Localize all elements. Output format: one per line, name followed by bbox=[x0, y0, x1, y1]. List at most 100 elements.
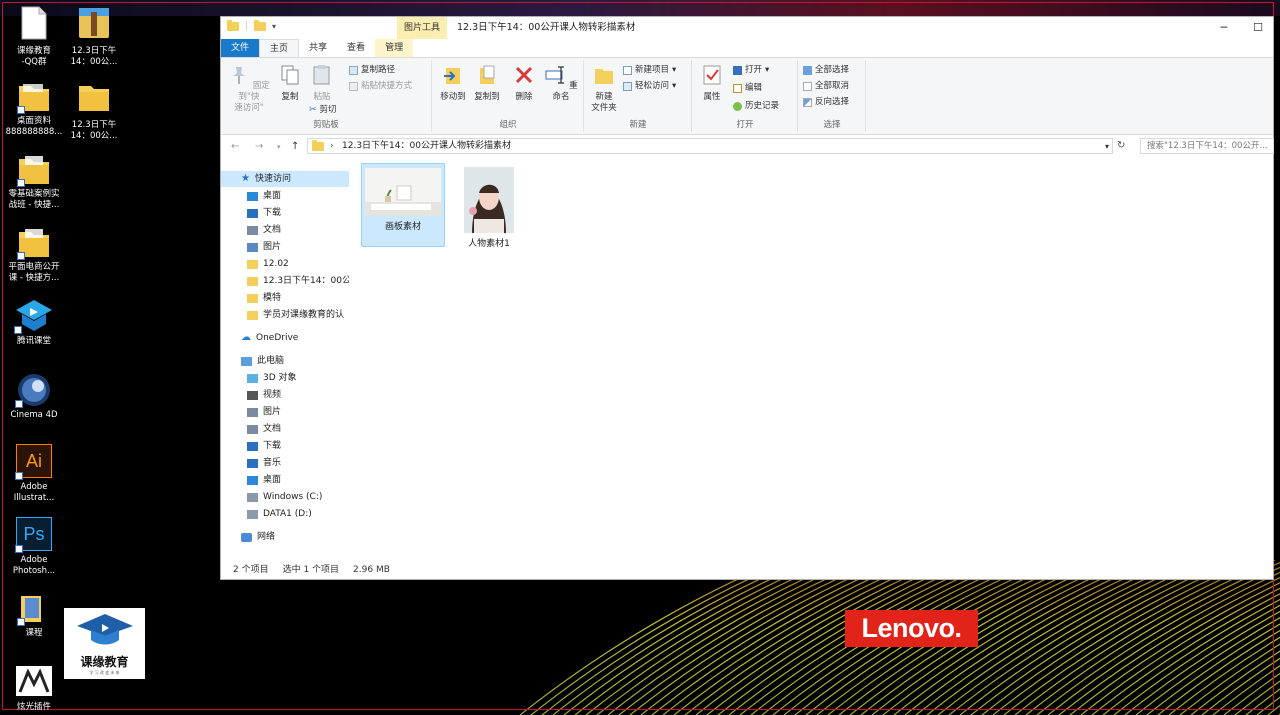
delete-button[interactable]: 删除 bbox=[511, 64, 537, 103]
copy-button[interactable]: 复制 bbox=[277, 64, 303, 103]
nav-quick-item[interactable]: 图片⊥ bbox=[247, 239, 349, 255]
tab-manage[interactable]: 管理 bbox=[375, 39, 414, 57]
nav-quick-item[interactable]: 下载⊥ bbox=[247, 205, 349, 221]
tab-view[interactable]: 查看 bbox=[337, 39, 375, 57]
refresh-icon[interactable]: ↻ bbox=[1117, 140, 1125, 151]
download-icon bbox=[247, 441, 258, 451]
drive-icon bbox=[247, 492, 258, 502]
nav-quick-item[interactable]: 模特 bbox=[247, 290, 349, 306]
paste-button[interactable]: 粘贴 bbox=[309, 64, 335, 103]
pictures-icon bbox=[247, 242, 258, 252]
open-button[interactable]: 打开 ▾ bbox=[733, 65, 769, 76]
nav-pc-item[interactable]: 音乐 bbox=[247, 455, 281, 471]
tab-file[interactable]: 文件 bbox=[221, 39, 260, 57]
desktop-icon-cinema4d[interactable]: Cinema 4D bbox=[4, 372, 64, 421]
desktop-icon-plugin[interactable]: 炫光插件 bbox=[4, 666, 64, 713]
nav-quick-access[interactable]: ★ 快速访问 bbox=[221, 171, 349, 187]
desktop-icon-materials[interactable]: 桌面资料 888888888... bbox=[4, 80, 64, 138]
new-folder-button[interactable]: 新建 文件夹 bbox=[589, 64, 619, 114]
address-dropdown-icon[interactable]: ▾ bbox=[1105, 142, 1109, 151]
copy-path-button[interactable]: 复制路径 bbox=[349, 65, 395, 76]
desktop-icon-folder-123[interactable]: 12.3日下午 14：00公... bbox=[64, 80, 124, 142]
address-row: ← → ▾ ↑ › 12.3日下午14：00公开课人物转彩描素材 ▾ ↻ 搜索"… bbox=[221, 136, 1274, 158]
nav-network[interactable]: 网络 bbox=[241, 529, 275, 545]
desktop-icon-qq-group[interactable]: 课缘教育 -QQ群 bbox=[4, 6, 64, 68]
select-all-button[interactable]: 全部选择 bbox=[803, 65, 849, 76]
tab-share[interactable]: 共享 bbox=[299, 39, 337, 57]
file-name: 画板素材 bbox=[384, 222, 421, 232]
forward-button[interactable]: → bbox=[255, 141, 263, 152]
nav-quick-item[interactable]: 12.3日下午14：00公 bbox=[247, 273, 349, 289]
pin-quick-access-button[interactable]: 固定到"快 速访问" bbox=[225, 64, 273, 114]
nav-item-label: 文档 bbox=[263, 424, 282, 434]
wallpaper-line bbox=[1157, 629, 1280, 715]
nav-onedrive[interactable]: ☁ OneDrive bbox=[241, 330, 298, 346]
nav-item-label: 文档 bbox=[263, 225, 282, 235]
qat-dropdown-icon[interactable]: ▾ bbox=[272, 22, 276, 31]
nav-quick-item[interactable]: 12.02 bbox=[247, 256, 349, 272]
desktop-icon-label: 平面电商公开 课 - 快捷方... bbox=[8, 262, 60, 283]
select-all-icon bbox=[803, 66, 812, 75]
edit-button[interactable]: 编辑 bbox=[733, 83, 762, 94]
history-button[interactable]: 历史记录 bbox=[733, 101, 779, 112]
new-folder-qat-icon[interactable] bbox=[254, 19, 267, 31]
up-button[interactable]: ↑ bbox=[291, 141, 299, 152]
properties-icon bbox=[703, 65, 721, 85]
nav-quick-item[interactable]: 学员对课缘教育的认 bbox=[247, 307, 349, 323]
invert-selection-button[interactable]: 反向选择 bbox=[803, 97, 849, 108]
minimize-button[interactable]: ─ bbox=[1221, 17, 1228, 39]
pictures-icon bbox=[247, 407, 258, 417]
folder-icon bbox=[247, 310, 258, 320]
easy-access-button[interactable]: 轻松访问 ▾ bbox=[623, 81, 676, 92]
nav-this-pc[interactable]: 此电脑 bbox=[241, 353, 284, 369]
nav-item-label: 12.3日下午14：00公 bbox=[263, 276, 349, 286]
network-icon bbox=[241, 532, 252, 542]
select-none-button[interactable]: 全部取消 bbox=[803, 81, 849, 92]
desktop-icon-label: Adobe Illustrat... bbox=[13, 482, 55, 503]
nav-pc-item[interactable]: DATA1 (D:) bbox=[247, 506, 312, 522]
new-item-button[interactable]: 新建项目 ▾ bbox=[623, 65, 676, 76]
desktop-icon-photoshop[interactable]: Ps Adobe Photosh... bbox=[4, 517, 64, 577]
copy-to-button[interactable]: 复制到 bbox=[471, 64, 503, 103]
nav-pc-item[interactable]: 图片 bbox=[247, 404, 281, 420]
recent-locations-icon[interactable]: ▾ bbox=[277, 143, 281, 151]
new-group: 新建 文件夹 新建项目 ▾ 轻松访问 ▾ 新建 bbox=[585, 60, 692, 132]
desktop-icon-ecommerce-class[interactable]: 平面电商公开 课 - 快捷方... bbox=[4, 226, 64, 284]
desktop-icon-illustrator[interactable]: Ai Adobe Illustrat... bbox=[4, 444, 64, 504]
file-item-portrait[interactable]: 人物素材1 bbox=[447, 163, 531, 249]
nav-pc-item[interactable]: 下载 bbox=[247, 438, 281, 454]
desktop-icon-archive[interactable]: 12.3日下午 14：00公... bbox=[64, 6, 124, 68]
archive-icon bbox=[79, 8, 109, 38]
file-explorer-window[interactable]: | ▾ 图片工具 12.3日下午14：00公开课人物转彩描素材 ─ ☐ 文件 主… bbox=[220, 16, 1274, 580]
music-icon bbox=[247, 458, 258, 468]
tab-home[interactable]: 主页 bbox=[259, 39, 300, 57]
select-group-label: 选择 bbox=[823, 120, 841, 130]
desktop-icon-tencent-classroom[interactable]: 腾讯课堂 bbox=[4, 298, 64, 347]
file-item-artboard[interactable]: 画板素材 bbox=[361, 163, 445, 247]
rename-button[interactable]: 重命名 bbox=[543, 64, 579, 103]
nav-quick-item[interactable]: 文档⊥ bbox=[247, 222, 349, 238]
paste-shortcut-button[interactable]: 粘贴快捷方式 bbox=[349, 81, 412, 92]
edit-icon bbox=[733, 84, 742, 93]
maximize-button[interactable]: ☐ bbox=[1253, 17, 1263, 39]
nav-quick-item[interactable]: 桌面⊥ bbox=[247, 188, 349, 204]
nav-pc-item[interactable]: Windows (C:) bbox=[247, 489, 322, 505]
desktop-icon-label: 桌面资料 888888888... bbox=[5, 116, 63, 137]
title-bar[interactable]: | ▾ 图片工具 12.3日下午14：00公开课人物转彩描素材 ─ ☐ bbox=[221, 17, 1273, 39]
nav-pc-item[interactable]: 桌面 bbox=[247, 472, 281, 488]
cut-button[interactable]: ✂ 剪切 bbox=[309, 105, 337, 116]
address-bar[interactable]: › 12.3日下午14：00公开课人物转彩描素材 bbox=[307, 138, 1113, 154]
dropdown-arrow-icon: ▾ bbox=[765, 65, 770, 75]
search-input[interactable]: 搜索"12.3日下午14：00公开... bbox=[1140, 138, 1274, 154]
desktop-icon-case-class[interactable]: 零基础案例实 战班 - 快捷... bbox=[4, 153, 64, 211]
ribbon-tabs: 文件 主页 共享 查看 管理 bbox=[221, 39, 1273, 57]
nav-pc-item[interactable]: 视频 bbox=[247, 387, 281, 403]
properties-button[interactable]: 属性 bbox=[699, 64, 725, 103]
move-to-button[interactable]: 移动到 bbox=[437, 64, 469, 103]
desktop-icon-course[interactable]: 课程 bbox=[4, 592, 64, 639]
copy-to-icon bbox=[480, 65, 495, 84]
cloud-icon: ☁ bbox=[241, 332, 251, 343]
nav-pc-item[interactable]: 3D 对象 bbox=[247, 370, 297, 386]
nav-pc-item[interactable]: 文档 bbox=[247, 421, 281, 437]
back-button[interactable]: ← bbox=[231, 141, 239, 152]
